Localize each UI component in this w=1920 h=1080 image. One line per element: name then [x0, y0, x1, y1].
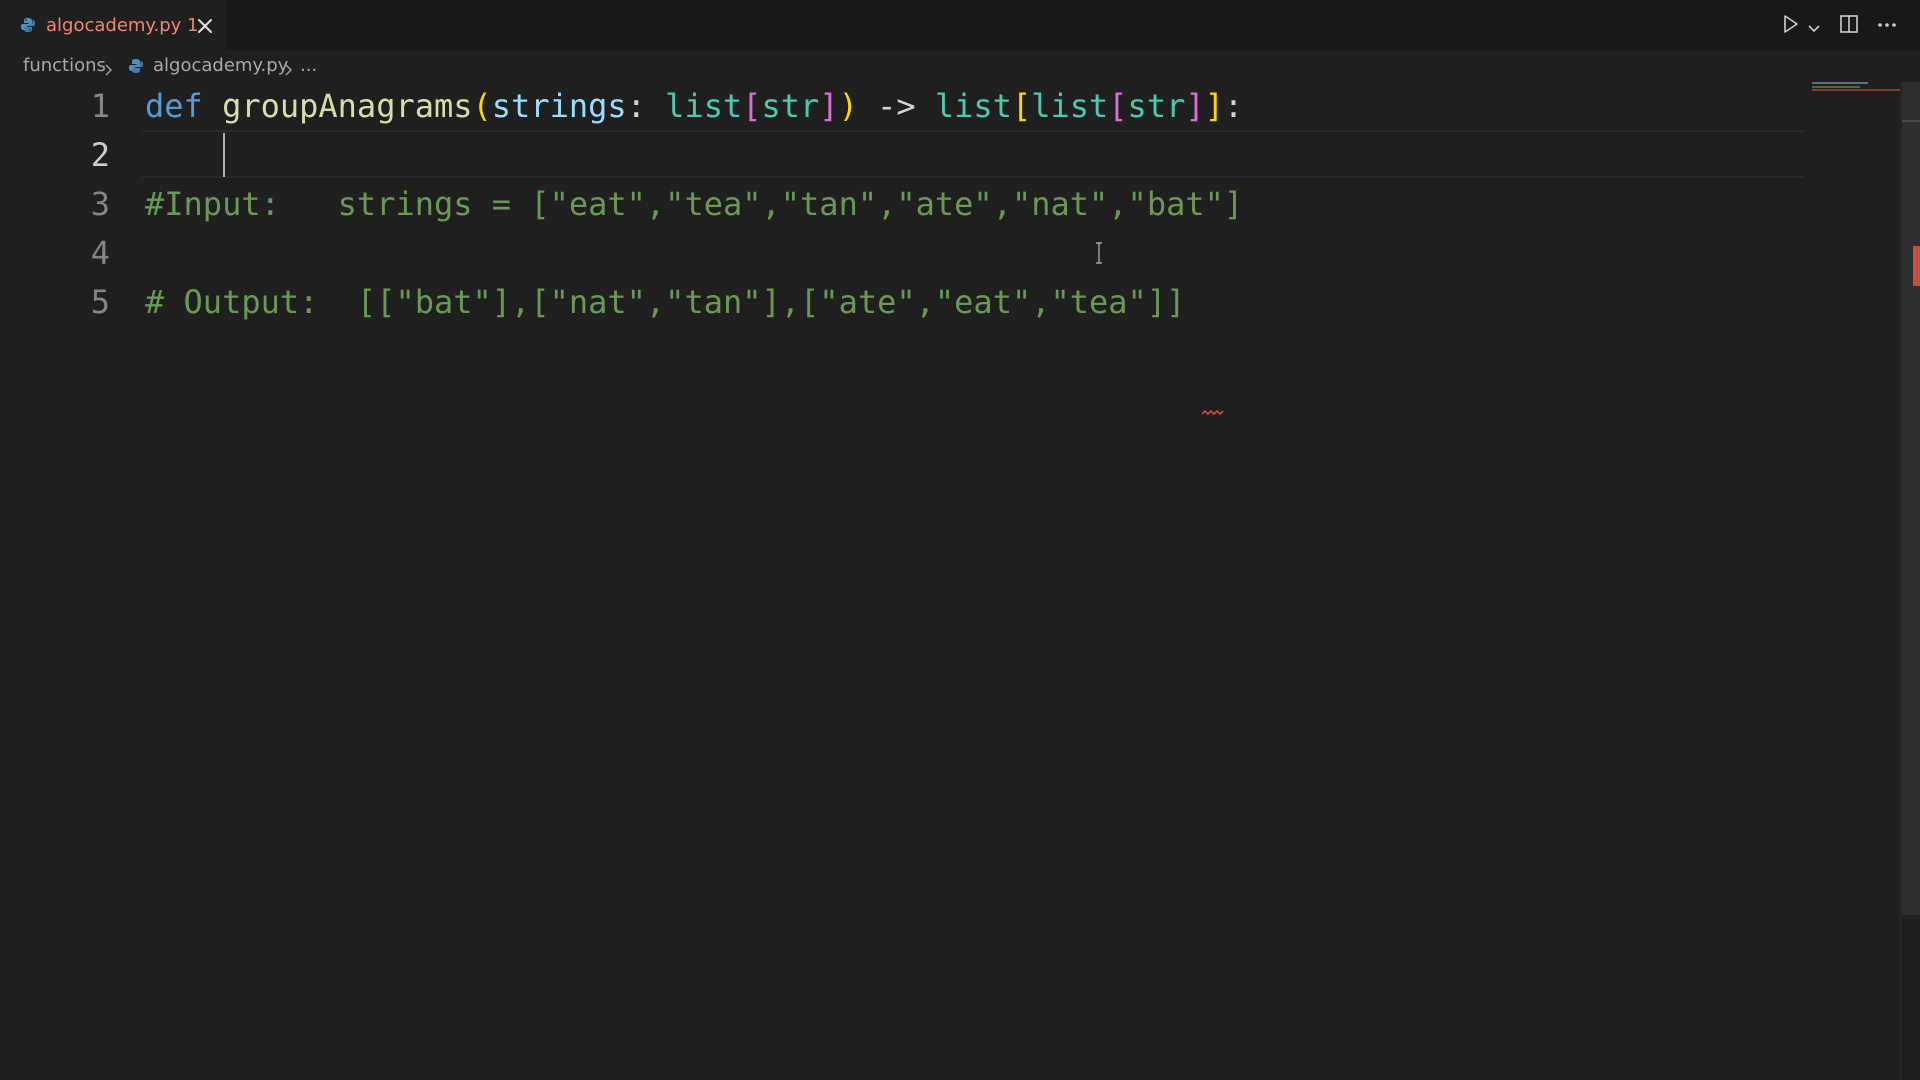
line-number: 3 — [90, 185, 110, 223]
code-editor[interactable]: 1 2 3 4 5 def groupAnagrams(strings: lis… — [0, 82, 1900, 1080]
code-line-3[interactable]: #Input: strings = ["eat","tea","tan","at… — [145, 180, 1243, 229]
breadcrumb-symbol[interactable]: ... — [300, 55, 317, 76]
bracket: [ — [1108, 87, 1128, 125]
code-line-1[interactable]: def groupAnagrams(strings: list[str]) ->… — [145, 82, 1243, 131]
breadcrumb-folder[interactable]: functions — [23, 55, 106, 76]
bracket: ] — [1185, 87, 1205, 125]
bracket: [ — [742, 87, 762, 125]
return-arrow: -> — [877, 87, 916, 125]
text-cursor — [223, 133, 225, 177]
line-number: 5 — [90, 283, 110, 321]
tab-label: algocademy.py 1 — [46, 15, 199, 36]
breadcrumb-file[interactable]: algocademy.py — [153, 55, 288, 76]
line-number: 2 — [90, 136, 110, 174]
line-number: 1 — [90, 87, 110, 125]
chevron-down-icon[interactable] — [1807, 19, 1821, 38]
scrollbar-thumb[interactable] — [1902, 82, 1920, 915]
chevron-right-icon — [284, 61, 294, 76]
python-icon — [20, 17, 36, 33]
bracket: ( — [472, 87, 492, 125]
chevron-right-icon — [104, 61, 114, 76]
play-icon[interactable] — [1782, 14, 1800, 38]
colon: : — [626, 87, 646, 125]
scrollbar-error-marker — [1913, 246, 1920, 286]
tab-bar: algocademy.py 1 — [0, 0, 1920, 51]
keyword-def: def — [145, 87, 203, 125]
type-list: list — [1031, 87, 1109, 125]
type-str: str — [761, 87, 820, 125]
line-number: 4 — [90, 234, 110, 272]
type-str: str — [1127, 87, 1186, 125]
bracket: ) — [838, 87, 858, 125]
colon: : — [1223, 87, 1244, 125]
code-line-5[interactable]: # Output: [["bat"],["nat","tan"],["ate",… — [145, 278, 1185, 327]
bracket: ] — [819, 87, 839, 125]
ellipsis-icon[interactable] — [1876, 14, 1898, 38]
tab-algocademy[interactable]: algocademy.py 1 — [0, 0, 226, 51]
bracket: ] — [1204, 87, 1224, 125]
function-name: groupAnagrams — [222, 87, 473, 125]
minimap[interactable] — [1810, 82, 1900, 112]
scrollbar-cursor-marker — [1902, 120, 1920, 122]
current-line-highlight — [142, 130, 1804, 178]
type-list: list — [665, 87, 743, 125]
error-squiggle — [1201, 401, 1224, 415]
bracket: [ — [1011, 87, 1032, 125]
mouse-ibeam-icon — [1094, 242, 1104, 264]
vertical-scrollbar[interactable] — [1900, 82, 1920, 1080]
split-editor-icon[interactable] — [1839, 14, 1859, 38]
type-list: list — [934, 87, 1012, 125]
close-icon[interactable] — [195, 16, 215, 36]
breadcrumb: functions algocademy.py ... — [0, 50, 1900, 82]
python-icon — [128, 58, 144, 79]
parameter-name: strings — [491, 87, 627, 125]
